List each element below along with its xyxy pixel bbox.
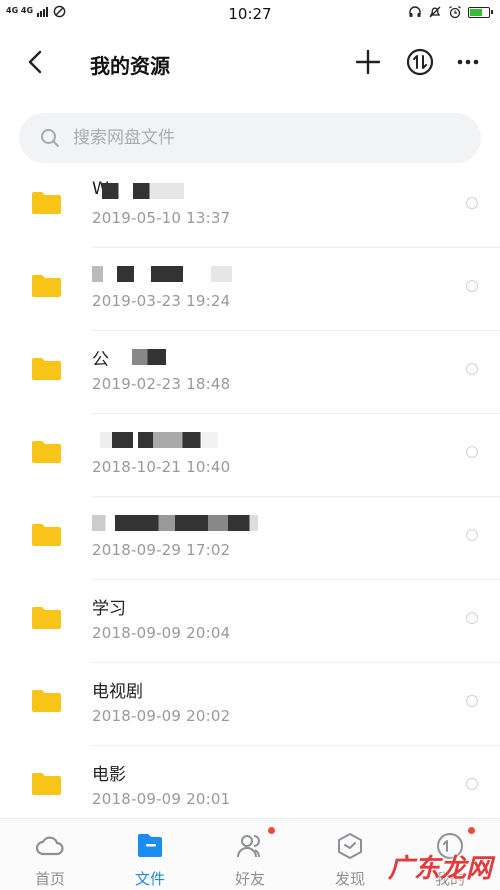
folder-icon <box>32 275 61 297</box>
file-icon <box>138 834 162 857</box>
folder-icon <box>32 607 61 629</box>
list-item[interactable]: 电视剧 2018-09-09 20:02 <box>0 663 500 746</box>
plus-icon <box>355 49 381 75</box>
select-radio[interactable] <box>466 612 478 624</box>
search-icon <box>41 129 59 147</box>
transfer-button[interactable] <box>404 46 436 78</box>
list-item[interactable]: 公 2019-02-23 18:48 <box>0 331 500 414</box>
file-name: 电视剧 <box>92 682 143 702</box>
list-item[interactable]: 2018-10-21 10:40 <box>0 414 500 497</box>
folder-icon <box>32 358 61 380</box>
file-date: 2019-03-23 19:24 <box>92 292 231 310</box>
header: 我的资源 <box>0 28 500 100</box>
folder-icon <box>32 192 61 214</box>
page-title: 我的资源 <box>90 54 170 78</box>
list-item[interactable]: 电影 2018-09-09 20:01 <box>0 746 500 829</box>
tab-label: 好友 <box>234 870 265 888</box>
redacted-text <box>92 515 258 531</box>
folder-icon <box>32 524 61 546</box>
bell-off-icon <box>428 5 442 19</box>
select-radio[interactable] <box>466 529 478 541</box>
search-input[interactable] <box>71 127 455 149</box>
more-button[interactable] <box>452 46 484 78</box>
transfer-icon <box>406 48 434 76</box>
folder-icon <box>32 690 61 712</box>
watermark: 广东龙网 <box>387 854 492 884</box>
tab-label: 首页 <box>34 870 65 888</box>
file-date: 2019-02-23 18:48 <box>92 375 231 393</box>
file-date: 2018-09-09 20:04 <box>92 624 231 642</box>
select-radio[interactable] <box>466 280 478 292</box>
tab-files[interactable]: 文件 <box>100 819 200 890</box>
redacted-text <box>92 266 232 282</box>
folder-icon <box>32 441 61 463</box>
file-date: 2018-09-09 20:02 <box>92 707 231 725</box>
file-name: 电影 <box>92 765 126 785</box>
search-bar[interactable] <box>19 113 481 163</box>
redacted-text <box>132 349 166 365</box>
list-item[interactable]: W 2019-05-10 13:37 <box>0 165 500 248</box>
notification-badge <box>268 827 275 834</box>
more-icon <box>457 59 479 65</box>
chevron-left-icon <box>28 50 42 74</box>
status-bar: 4G 4G 10:27 <box>0 0 500 28</box>
redacted-text <box>100 432 218 448</box>
file-name: 学习 <box>92 599 126 619</box>
list-item[interactable]: 2019-03-23 19:24 <box>0 248 500 331</box>
back-button[interactable] <box>22 48 50 76</box>
select-radio[interactable] <box>466 695 478 707</box>
select-radio[interactable] <box>466 446 478 458</box>
file-name: 公 <box>92 350 109 370</box>
folder-icon <box>32 773 61 795</box>
headphones-icon <box>408 5 422 19</box>
file-date: 2018-10-21 10:40 <box>92 458 231 476</box>
discover-icon <box>338 833 362 859</box>
tab-home[interactable]: 首页 <box>0 819 100 890</box>
file-date: 2018-09-09 20:01 <box>92 790 231 808</box>
tab-label: 发现 <box>334 870 365 888</box>
tab-discover[interactable]: 发现 <box>300 819 400 890</box>
file-list: W 2019-05-10 13:37 2019-03-23 19:24 公 20… <box>0 165 500 829</box>
file-date: 2019-05-10 13:37 <box>92 209 231 227</box>
tab-label: 文件 <box>134 870 165 888</box>
select-radio[interactable] <box>466 363 478 375</box>
tab-friends[interactable]: 好友 <box>200 819 300 890</box>
battery-icon <box>468 6 493 18</box>
select-radio[interactable] <box>466 197 478 209</box>
select-radio[interactable] <box>466 778 478 790</box>
redacted-text <box>102 183 184 199</box>
add-button[interactable] <box>352 46 384 78</box>
file-date: 2018-09-29 17:02 <box>92 541 231 559</box>
list-item[interactable]: 2018-09-29 17:02 <box>0 497 500 580</box>
alarm-icon <box>448 5 462 19</box>
friends-icon <box>237 835 261 858</box>
status-icons <box>408 5 493 19</box>
list-item[interactable]: 学习 2018-09-09 20:04 <box>0 580 500 663</box>
notification-badge <box>468 827 475 834</box>
cloud-icon <box>35 836 64 856</box>
